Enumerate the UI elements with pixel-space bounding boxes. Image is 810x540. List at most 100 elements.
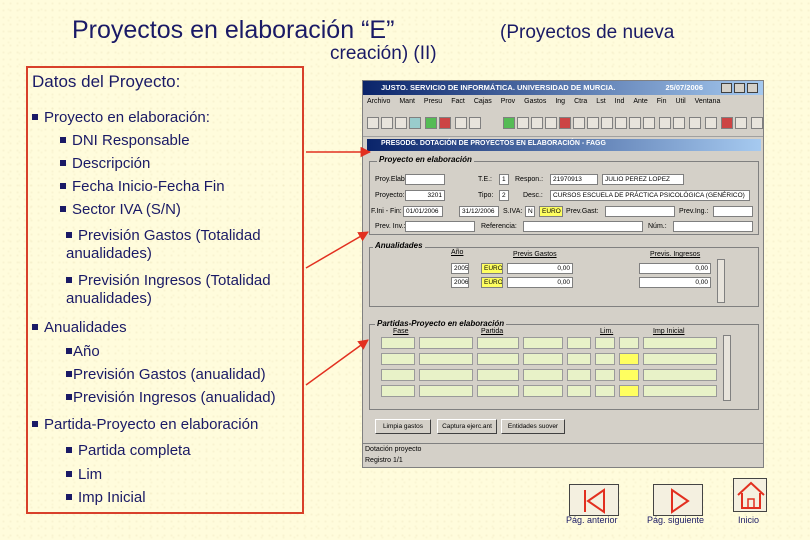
grid-cell[interactable]: [595, 337, 615, 349]
grid-cell[interactable]: [477, 353, 519, 365]
menu-item[interactable]: Ing: [555, 98, 565, 105]
grid-cell[interactable]: [523, 353, 563, 365]
grid-cell[interactable]: [477, 385, 519, 397]
ano-field[interactable]: 2006: [451, 277, 469, 288]
ingresos-field[interactable]: 0,00: [639, 263, 711, 274]
grid-cell[interactable]: [419, 385, 473, 397]
grid-cell[interactable]: [419, 353, 473, 365]
menu-item[interactable]: Prov: [501, 98, 515, 105]
grid-cell[interactable]: [419, 337, 473, 349]
previous-page-button[interactable]: [569, 484, 619, 516]
scrollbar[interactable]: [723, 335, 731, 401]
menu-item[interactable]: Mant: [399, 98, 415, 105]
ano-field[interactable]: 2005: [451, 263, 469, 274]
grid-cell[interactable]: [567, 369, 591, 381]
referencia-field[interactable]: [523, 221, 643, 232]
grid-cell[interactable]: [619, 369, 639, 381]
grid-cell[interactable]: [381, 369, 415, 381]
respon-name-field[interactable]: JULIO PEREZ LOPEZ: [602, 174, 684, 185]
desc-field[interactable]: CURSOS ESCUELA DE PRÁCTICA PSICOLÓGICA (…: [550, 190, 750, 201]
maximize-icon[interactable]: [734, 83, 745, 93]
respon-dni-field[interactable]: 21970913: [550, 174, 598, 185]
num-field[interactable]: [673, 221, 753, 232]
s-iva-field[interactable]: N: [525, 206, 535, 217]
menu-item[interactable]: Fin: [657, 98, 667, 105]
currency-field[interactable]: EURO: [539, 206, 563, 217]
accept-icon[interactable]: [573, 117, 585, 129]
menu-item[interactable]: Cajas: [474, 98, 492, 105]
limpia-gastos-button[interactable]: Limpia gastos: [375, 419, 431, 434]
grid-cell[interactable]: [643, 353, 717, 365]
grid-cell[interactable]: [381, 353, 415, 365]
proy-elab-field[interactable]: [405, 174, 445, 185]
grid-cell[interactable]: [619, 385, 639, 397]
menu-icon[interactable]: [751, 117, 763, 129]
prev-gast-field[interactable]: [605, 206, 675, 217]
scrollbar[interactable]: [717, 259, 725, 303]
edit-icon[interactable]: [455, 117, 467, 129]
clip-icon[interactable]: [673, 117, 685, 129]
filter-icon[interactable]: [517, 117, 529, 129]
previous-record-icon[interactable]: [615, 117, 627, 129]
ingresos-field[interactable]: 0,00: [639, 277, 711, 288]
stop-icon[interactable]: [721, 117, 733, 129]
grid-cell[interactable]: [567, 385, 591, 397]
f-fin-field[interactable]: 31/12/2006: [459, 206, 499, 217]
grid-cell[interactable]: [619, 353, 639, 365]
gastos-field[interactable]: 0,00: [507, 263, 573, 274]
grid-cell[interactable]: [643, 369, 717, 381]
menu-item[interactable]: Ind: [615, 98, 625, 105]
last-record-icon[interactable]: [643, 117, 655, 129]
grid-cell[interactable]: [523, 337, 563, 349]
add-icon[interactable]: [425, 117, 437, 129]
entidades-button[interactable]: Entidades suover: [501, 419, 565, 434]
search-icon[interactable]: [395, 117, 407, 129]
paste-icon[interactable]: [545, 117, 557, 129]
info-icon[interactable]: [735, 117, 747, 129]
grid-cell[interactable]: [619, 337, 639, 349]
grid-cell[interactable]: [523, 385, 563, 397]
calculator-icon[interactable]: [659, 117, 671, 129]
grid-cell[interactable]: [477, 369, 519, 381]
save-icon[interactable]: [381, 117, 393, 129]
close-icon[interactable]: [747, 83, 758, 93]
menu-item[interactable]: Ventana: [695, 98, 721, 105]
query-icon[interactable]: [587, 117, 599, 129]
menu-item[interactable]: Util: [676, 98, 686, 105]
cut-icon[interactable]: [531, 117, 543, 129]
captura-ejerc-button[interactable]: Captura ejerc.ant: [437, 419, 497, 434]
grid-cell[interactable]: [595, 369, 615, 381]
menu-item[interactable]: Lst: [596, 98, 605, 105]
copy-icon[interactable]: [409, 117, 421, 129]
grid-cell[interactable]: [381, 337, 415, 349]
menu-item[interactable]: Fact: [451, 98, 465, 105]
grid-cell[interactable]: [567, 337, 591, 349]
gastos-field[interactable]: 0,00: [507, 277, 573, 288]
proyecto-field[interactable]: 3201: [405, 190, 445, 201]
menu-item[interactable]: Presu: [424, 98, 442, 105]
grid-cell[interactable]: [643, 337, 717, 349]
delete-icon[interactable]: [439, 117, 451, 129]
cancel-icon[interactable]: [559, 117, 571, 129]
undo-icon[interactable]: [469, 117, 481, 129]
exit-icon[interactable]: [503, 117, 515, 129]
f-ini-field[interactable]: 01/01/2006: [403, 206, 443, 217]
grid-cell[interactable]: [419, 369, 473, 381]
grid-cell[interactable]: [381, 385, 415, 397]
grid-cell[interactable]: [477, 337, 519, 349]
grid-cell[interactable]: [595, 353, 615, 365]
grid-cell[interactable]: [643, 385, 717, 397]
first-record-icon[interactable]: [601, 117, 613, 129]
prev-ing-field[interactable]: [713, 206, 753, 217]
currency-field[interactable]: EURO: [481, 277, 503, 288]
minimize-icon[interactable]: [721, 83, 732, 93]
menu-item[interactable]: Ctra: [574, 98, 587, 105]
menu-item[interactable]: Ante: [633, 98, 647, 105]
tipo-field[interactable]: 2: [499, 190, 509, 201]
grid-cell[interactable]: [567, 353, 591, 365]
prev-inv-field[interactable]: [405, 221, 475, 232]
currency-field[interactable]: EURO: [481, 263, 503, 274]
te-field[interactable]: 1: [499, 174, 509, 185]
list-icon[interactable]: [689, 117, 701, 129]
next-page-button[interactable]: [653, 484, 703, 516]
